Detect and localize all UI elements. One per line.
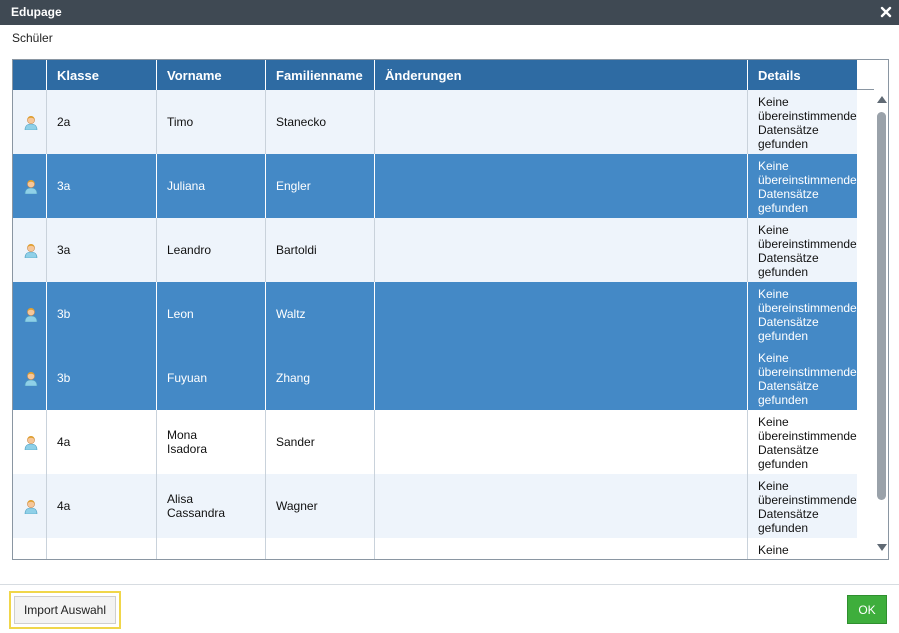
footer-divider xyxy=(0,584,899,585)
cell-aenderungen xyxy=(375,154,748,218)
row-icon-cell xyxy=(13,410,47,474)
cell-details: Keine übereinstimmende Datensätze gefund… xyxy=(758,479,857,535)
cell-familienname: Engler xyxy=(266,154,375,218)
cell-vorname: Mona Isadora xyxy=(157,410,266,474)
cell-aenderungen xyxy=(375,474,748,538)
cell-vorname: Juliana xyxy=(157,154,266,218)
cell-aenderungen xyxy=(375,90,748,154)
header-klasse[interactable]: Klasse xyxy=(47,60,157,90)
cell-aenderungen xyxy=(375,218,748,282)
title-bar: Edupage xyxy=(0,0,899,25)
cell-vorname: Alisa Cassandra xyxy=(157,474,266,538)
user-icon xyxy=(24,372,38,386)
header-corner xyxy=(857,60,874,90)
table-row[interactable]: 3b Leon Waltz Keine übereinstimmende Datens… xyxy=(13,282,857,346)
row-icon-cell xyxy=(13,538,47,559)
cell-klasse: 3a xyxy=(47,154,157,218)
scroll-thumb[interactable] xyxy=(877,112,886,500)
ok-button[interactable]: OK xyxy=(847,595,887,624)
cell-familienname: Stanecko xyxy=(266,90,375,154)
cell-aenderungen xyxy=(375,282,748,346)
cell-familienname: Wagner xyxy=(266,474,375,538)
cell-vorname: Fuyuan xyxy=(157,346,266,410)
user-icon xyxy=(24,116,38,130)
dialog-subtitle: Schüler xyxy=(12,31,53,45)
cell-klasse: 3b xyxy=(47,346,157,410)
cell-klasse: 3b xyxy=(47,282,157,346)
cell-familienname: Bartoldi xyxy=(266,218,375,282)
table-row[interactable]: 3a Leandro Bartoldi Keine übereinstimmende … xyxy=(13,218,857,282)
user-icon xyxy=(24,500,38,514)
header-familienname[interactable]: Familienname xyxy=(266,60,375,90)
cell-details: Keine übereinstimmende Datensätze gefund… xyxy=(758,159,857,215)
header-vorname[interactable]: Vorname xyxy=(157,60,266,90)
cell-klasse: 4a xyxy=(47,410,157,474)
cell-familienname: Waltz xyxy=(266,282,375,346)
cell-details: Keine übereinstimmende xyxy=(758,543,857,559)
row-icon-cell xyxy=(13,154,47,218)
vertical-scrollbar[interactable] xyxy=(874,90,888,559)
cell-details: Keine übereinstimmende Datensätze gefund… xyxy=(758,287,857,343)
header-details[interactable]: Details xyxy=(748,60,857,90)
table-row[interactable]: 3b Fuyuan Zhang Keine übereinstimmende Date… xyxy=(13,346,857,410)
user-icon xyxy=(24,308,38,322)
row-icon-cell xyxy=(13,90,47,154)
table-row[interactable]: 3a Juliana Engler Keine übereinstimmende Da… xyxy=(13,154,857,218)
cell-aenderungen xyxy=(375,346,748,410)
scroll-up-arrow-icon[interactable] xyxy=(877,96,887,103)
row-icon-cell xyxy=(13,218,47,282)
cell-details: Keine übereinstimmende Datensätze gefund… xyxy=(758,415,857,471)
table-body: 2a Timo Stanecko Keine übereinstimmende Dat… xyxy=(13,90,857,559)
cell-vorname xyxy=(157,538,266,559)
scroll-down-arrow-icon[interactable] xyxy=(877,544,887,551)
cell-familienname: Zhang xyxy=(266,346,375,410)
user-icon xyxy=(24,180,38,194)
cell-vorname: Timo xyxy=(157,90,266,154)
import-selection-button[interactable]: Import Auswahl xyxy=(14,596,116,624)
cell-aenderungen xyxy=(375,410,748,474)
close-icon[interactable] xyxy=(879,5,893,19)
cell-details: Keine übereinstimmende Datensätze gefund… xyxy=(758,223,857,279)
cell-details: Keine übereinstimmende Datensätze gefund… xyxy=(758,95,857,151)
table-row[interactable]: 4a Mona Isadora Sander Keine übereinstimmen… xyxy=(13,410,857,474)
edupage-dialog: Edupage Schüler Klasse Vorname Familienn… xyxy=(0,0,899,633)
cell-familienname xyxy=(266,538,375,559)
cell-vorname: Leandro xyxy=(157,218,266,282)
students-table: Klasse Vorname Familienname Änderungen D… xyxy=(12,59,889,560)
table-row[interactable]: 2a Timo Stanecko Keine übereinstimmende Dat… xyxy=(13,90,857,154)
header-icon-column xyxy=(13,60,47,90)
cell-klasse: 4a xyxy=(47,474,157,538)
row-icon-cell xyxy=(13,282,47,346)
user-icon xyxy=(24,436,38,450)
table-header: Klasse Vorname Familienname Änderungen D… xyxy=(13,60,857,90)
table-row[interactable]: 4a Alisa Cassandra Wagner Keine übereinstim… xyxy=(13,474,857,538)
cell-aenderungen xyxy=(375,538,748,559)
user-icon xyxy=(24,244,38,258)
cell-familienname: Sander xyxy=(266,410,375,474)
cell-details: Keine übereinstimmende Datensätze gefund… xyxy=(758,351,857,407)
cell-vorname: Leon xyxy=(157,282,266,346)
row-icon-cell xyxy=(13,346,47,410)
cell-klasse xyxy=(47,538,157,559)
import-selection-button-focus[interactable]: Import Auswahl xyxy=(9,591,121,629)
row-icon-cell xyxy=(13,474,47,538)
cell-klasse: 3a xyxy=(47,218,157,282)
cell-klasse: 2a xyxy=(47,90,157,154)
header-aenderungen[interactable]: Änderungen xyxy=(375,60,748,90)
table-row[interactable]: Keine übereinstimmende xyxy=(13,538,857,559)
window-title: Edupage xyxy=(11,5,62,19)
